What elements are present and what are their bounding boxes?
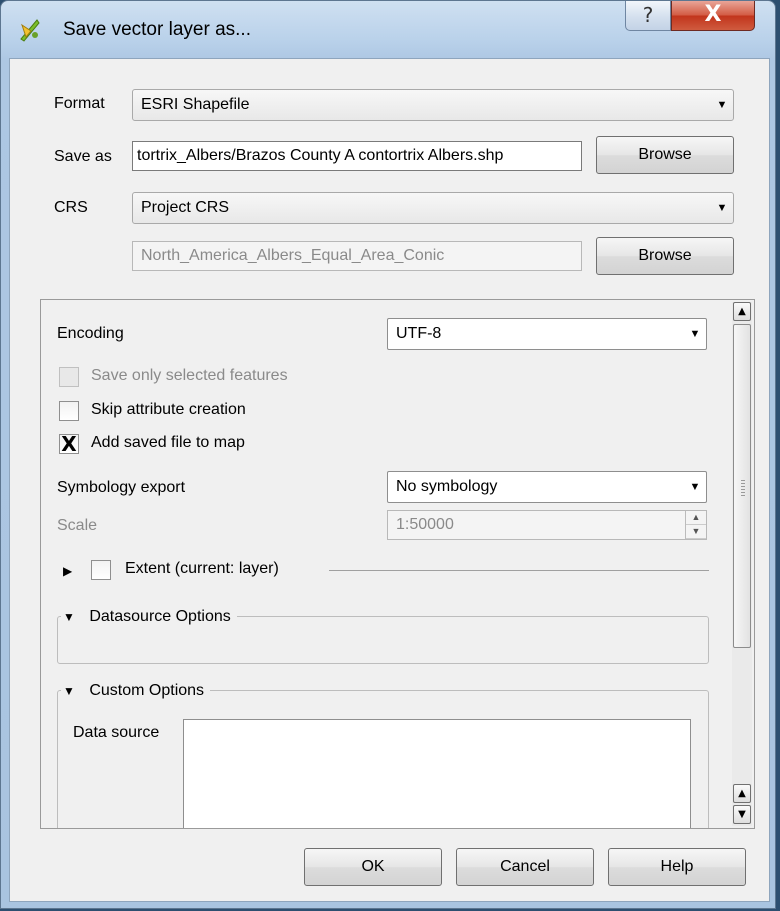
skip-attribute-checkbox[interactable] — [59, 401, 79, 421]
qgis-icon — [20, 19, 40, 42]
crs-value: Project CRS — [141, 199, 230, 216]
data-source-label: Data source — [73, 724, 160, 741]
arrow-up-icon: ▲ — [738, 788, 746, 799]
options-scrollbar[interactable]: ▲ ▲ ▼ — [732, 302, 752, 826]
title-bar[interactable]: Save vector layer as... ? X — [1, 1, 775, 57]
arrow-down-icon: ▼ — [738, 809, 746, 820]
scrollbar-thumb[interactable] — [733, 324, 751, 648]
grip-icon — [741, 480, 745, 498]
extent-checkbox[interactable] — [91, 560, 111, 580]
question-icon: ? — [642, 3, 654, 27]
ok-button[interactable]: OK — [304, 848, 442, 886]
chevron-down-icon: ▼ — [716, 202, 728, 214]
scale-spinbox: 1:50000 ▲ ▼ — [387, 510, 707, 540]
format-value: ESRI Shapefile — [141, 96, 250, 113]
chevron-down-icon: ▼ — [689, 328, 701, 340]
scale-stepper: ▲ ▼ — [685, 511, 706, 539]
collapse-arrow-icon: ▼ — [63, 684, 75, 698]
encoding-select[interactable]: UTF-8 ▼ — [387, 318, 707, 350]
symbology-select[interactable]: No symbology ▼ — [387, 471, 707, 503]
close-button[interactable]: X — [671, 1, 755, 31]
collapse-arrow-icon: ▼ — [63, 610, 75, 624]
symbology-value: No symbology — [396, 478, 498, 495]
crs-browse-button[interactable]: Browse — [596, 237, 734, 275]
crs-label: CRS — [54, 199, 88, 216]
scale-value: 1:50000 — [396, 516, 454, 533]
scroll-down-button[interactable]: ▼ — [733, 805, 751, 824]
save-selected-label: Save only selected features — [91, 367, 288, 384]
dialog-body: Format ESRI Shapefile ▼ Save as tortrix_… — [9, 58, 770, 902]
stepper-up-icon: ▲ — [686, 511, 706, 525]
symbology-label: Symbology export — [57, 479, 186, 496]
chevron-down-icon: ▼ — [689, 481, 701, 493]
encoding-value: UTF-8 — [396, 325, 442, 342]
format-label: Format — [54, 95, 105, 112]
data-source-textarea[interactable] — [183, 719, 691, 828]
datasource-options-header[interactable]: ▼ Datasource Options — [61, 608, 237, 626]
add-to-map-checkbox[interactable]: X — [59, 434, 79, 454]
window-title: Save vector layer as... — [63, 19, 251, 40]
format-select[interactable]: ESRI Shapefile ▼ — [132, 89, 734, 121]
scale-label: Scale — [57, 517, 98, 534]
inner-scroll-up-button[interactable]: ▲ — [733, 784, 751, 803]
crs-select[interactable]: Project CRS ▼ — [132, 192, 734, 224]
encoding-label: Encoding — [57, 325, 124, 342]
expand-arrow-icon[interactable]: ▶ — [63, 564, 72, 578]
scroll-up-button[interactable]: ▲ — [733, 302, 751, 321]
check-icon: X — [61, 432, 77, 456]
arrow-up-icon: ▲ — [738, 306, 746, 317]
datasource-options-label: Datasource Options — [89, 608, 231, 625]
help-title-button[interactable]: ? — [625, 1, 671, 31]
options-panel: Encoding UTF-8 ▼ Save only selected feat… — [40, 299, 755, 829]
save-as-input[interactable]: tortrix_Albers/Brazos County A contortri… — [132, 141, 582, 171]
save-vector-layer-dialog: Save vector layer as... ? X Format ESRI … — [0, 0, 776, 909]
cancel-button[interactable]: Cancel — [456, 848, 594, 886]
save-as-label: Save as — [54, 148, 112, 165]
help-button[interactable]: Help — [608, 848, 746, 886]
custom-options-header[interactable]: ▼ Custom Options — [61, 682, 211, 700]
save-selected-checkbox — [59, 367, 79, 387]
custom-options-label: Custom Options — [89, 682, 205, 699]
skip-attribute-label: Skip attribute creation — [91, 401, 246, 418]
crs-projection-field: North_America_Albers_Equal_Area_Conic — [132, 241, 582, 271]
extent-divider — [329, 570, 709, 571]
stepper-down-icon: ▼ — [686, 525, 706, 539]
chevron-down-icon: ▼ — [716, 99, 728, 111]
close-icon: X — [704, 2, 722, 27]
extent-label: Extent (current: layer) — [125, 560, 279, 577]
add-to-map-label: Add saved file to map — [91, 434, 245, 451]
save-as-browse-button[interactable]: Browse — [596, 136, 734, 174]
